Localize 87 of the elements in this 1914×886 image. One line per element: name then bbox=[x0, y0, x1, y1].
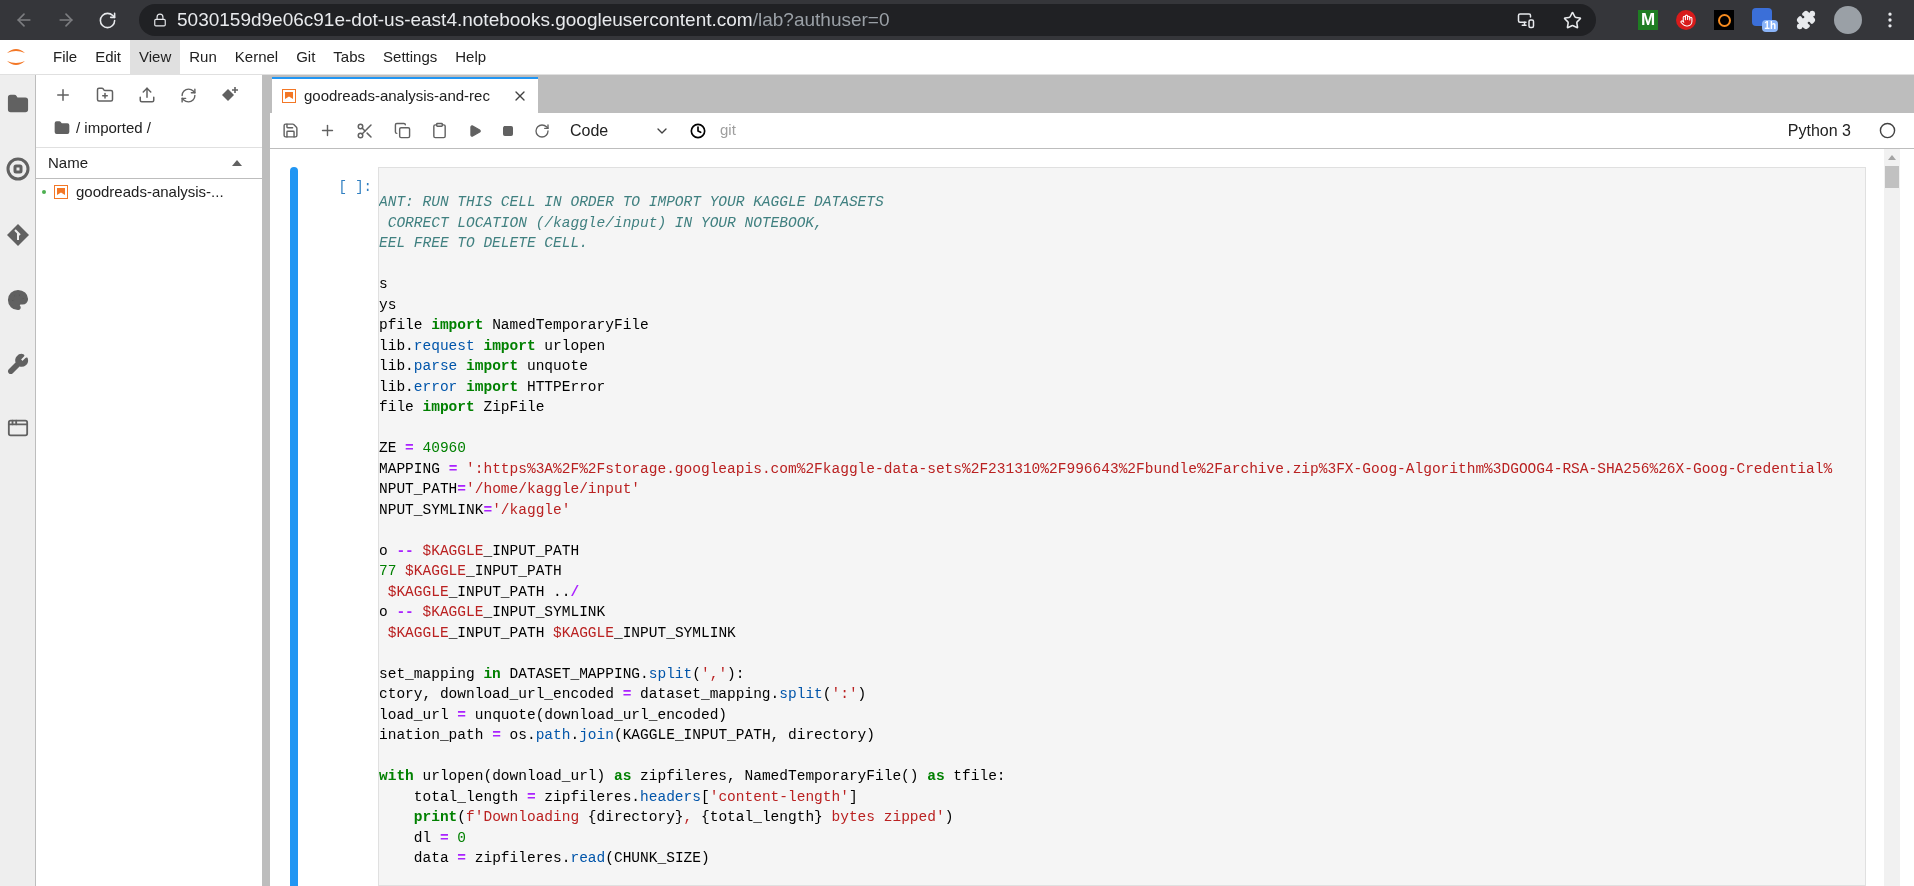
code-line: ination_path = os.path.join(KAGGLE_INPUT_PATH, directory) bbox=[379, 726, 875, 745]
kernel-status-icon bbox=[1879, 122, 1896, 139]
new-launcher-icon[interactable] bbox=[54, 86, 72, 104]
code-line: $KAGGLE_INPUT_PATH ../ bbox=[386, 582, 580, 602]
code-line: lib.request import urlopen bbox=[379, 336, 606, 356]
code-line: ZE = 40960 bbox=[379, 439, 467, 458]
cell-type-dropdown[interactable]: Code bbox=[570, 118, 670, 143]
code-editor[interactable] bbox=[378, 167, 1866, 886]
file-name: goodreads-analysis-... bbox=[76, 181, 224, 202]
menu-item[interactable]: Kernel bbox=[225, 39, 288, 75]
extension-icon[interactable]: M bbox=[1638, 10, 1658, 30]
git-icon[interactable] bbox=[5, 223, 30, 247]
cut-icon[interactable] bbox=[356, 121, 374, 140]
stop-icon[interactable] bbox=[5, 157, 30, 181]
palette-icon[interactable] bbox=[6, 289, 29, 311]
menu-item[interactable]: Run bbox=[180, 39, 226, 75]
save-icon[interactable] bbox=[282, 122, 299, 139]
bookmark-star-icon[interactable] bbox=[1563, 10, 1582, 30]
folder-icon[interactable] bbox=[6, 93, 29, 115]
code-line: lib.error import HTTPError bbox=[379, 377, 606, 397]
code-line: total_length = zipfileres.headers['content-length'] bbox=[412, 787, 858, 807]
notebook-tab[interactable]: goodreads-analysis-and-rec bbox=[272, 77, 538, 113]
wrench-icon[interactable] bbox=[6, 353, 29, 375]
new-folder-icon[interactable] bbox=[96, 86, 114, 104]
install-icon[interactable] bbox=[1517, 11, 1535, 29]
lock-icon bbox=[153, 13, 167, 27]
git-clone-icon[interactable] bbox=[221, 86, 239, 104]
menu-item[interactable]: View bbox=[130, 39, 181, 75]
ring-icon[interactable] bbox=[1714, 10, 1734, 30]
code-line: dl = 0 bbox=[412, 828, 467, 848]
puzzle-icon[interactable] bbox=[1796, 10, 1816, 30]
menu-item[interactable]: Settings bbox=[374, 39, 447, 75]
window-icon[interactable] bbox=[6, 417, 29, 439]
url-text: 5030159d9e06c91e-dot-us-east4.notebooks.googleusercontent.com/lab?authuser=0 bbox=[177, 7, 890, 32]
run-icon[interactable] bbox=[468, 123, 482, 138]
breadcrumb[interactable]: / imported / bbox=[76, 116, 152, 140]
reload-icon[interactable] bbox=[98, 10, 117, 30]
code-line: with urlopen(download_url) as zipfileres, NamedTemporaryFile() as tfile: bbox=[379, 767, 1006, 786]
code-line: MAPPING = ':https%3A%2F%2Fstorage.googleapis.com%2Fkaggle-data-sets%2F231310%2F996643%2Fbundle%2Farchive.zip%3FX-Goog-Algorithm%3DGOOG4-RSA-SHA256%26X-Goog-Credential% bbox=[379, 459, 1833, 479]
code-line: data = zipfileres.read(CHUNK_SIZE) bbox=[412, 849, 710, 868]
notebook-file-row[interactable]: goodreads-analysis-... bbox=[36, 179, 262, 205]
menu-item[interactable]: Help bbox=[446, 39, 496, 75]
menu-item[interactable]: Git bbox=[287, 39, 325, 75]
refresh-icon[interactable] bbox=[180, 86, 197, 104]
menu-item[interactable]: Edit bbox=[86, 39, 131, 75]
folder-icon bbox=[54, 120, 70, 136]
code-line: CORRECT LOCATION (/kaggle/input) IN YOUR NOTEBOOK, bbox=[386, 213, 823, 233]
code-line: lib.parse import unquote bbox=[379, 357, 588, 376]
code-line: ys bbox=[379, 295, 397, 315]
avatar[interactable] bbox=[1834, 6, 1862, 34]
code-line: ANT: RUN THIS CELL IN ORDER TO IMPORT YOUR KAGGLE DATASETS bbox=[379, 193, 884, 212]
upload-icon[interactable] bbox=[138, 86, 156, 104]
hand-icon[interactable] bbox=[1676, 10, 1696, 30]
code-line: file import ZipFile bbox=[379, 398, 545, 417]
scrollbar-thumb[interactable] bbox=[1885, 166, 1899, 188]
code-line: NPUT_SYMLINK='/kaggle' bbox=[379, 500, 571, 520]
code-line: $KAGGLE_INPUT_PATH $KAGGLE_INPUT_SYMLINK bbox=[386, 623, 736, 643]
time-badge: 1h bbox=[1762, 20, 1778, 32]
address-bar[interactable]: 5030159d9e06c91e-dot-us-east4.notebooks.googleusercontent.com/lab?authuser=0 bbox=[139, 4, 1596, 36]
notebook-icon bbox=[282, 89, 296, 103]
code-line: ctory, download_url_encoded = dataset_mapping.split(':') bbox=[379, 685, 867, 704]
menu-item[interactable]: Tabs bbox=[324, 39, 375, 75]
tab-label: goodreads-analysis-and-rec bbox=[304, 85, 491, 106]
copy-icon[interactable] bbox=[394, 122, 411, 139]
code-line: 77 $KAGGLE_INPUT_PATH bbox=[379, 562, 562, 581]
column-header[interactable]: Name bbox=[36, 147, 262, 179]
restart-icon[interactable] bbox=[534, 122, 550, 139]
code-line: pfile import NamedTemporaryFile bbox=[379, 316, 649, 335]
kernel-name[interactable]: Python 3 bbox=[1787, 118, 1851, 143]
sort-caret-icon bbox=[232, 160, 242, 166]
stop-icon[interactable] bbox=[502, 124, 514, 137]
code-line: s bbox=[379, 275, 388, 294]
code-line: print(f'Downloading {directory}, {total_length} bytes zipped') bbox=[412, 808, 954, 827]
scrollbar[interactable] bbox=[1884, 149, 1900, 886]
add-cell-icon[interactable] bbox=[319, 122, 336, 139]
code-line: set_mapping in DATASET_MAPPING.split(','): bbox=[379, 664, 745, 684]
code-line: o -- $KAGGLE_INPUT_PATH bbox=[379, 541, 580, 561]
code-line: o -- $KAGGLE_INPUT_SYMLINK bbox=[379, 603, 606, 622]
code-line: NPUT_PATH='/home/kaggle/input' bbox=[379, 480, 641, 499]
menu-item[interactable]: File bbox=[44, 39, 87, 75]
code-line: EEL FREE TO DELETE CELL. bbox=[379, 234, 588, 253]
code-line: load_url = unquote(download_url_encoded) bbox=[379, 705, 728, 725]
paste-icon[interactable] bbox=[431, 122, 448, 139]
column-label: Name bbox=[48, 152, 89, 173]
notebook-icon bbox=[54, 185, 68, 199]
cell-prompt: [ ]: bbox=[338, 178, 372, 197]
clock-icon[interactable] bbox=[690, 122, 706, 139]
